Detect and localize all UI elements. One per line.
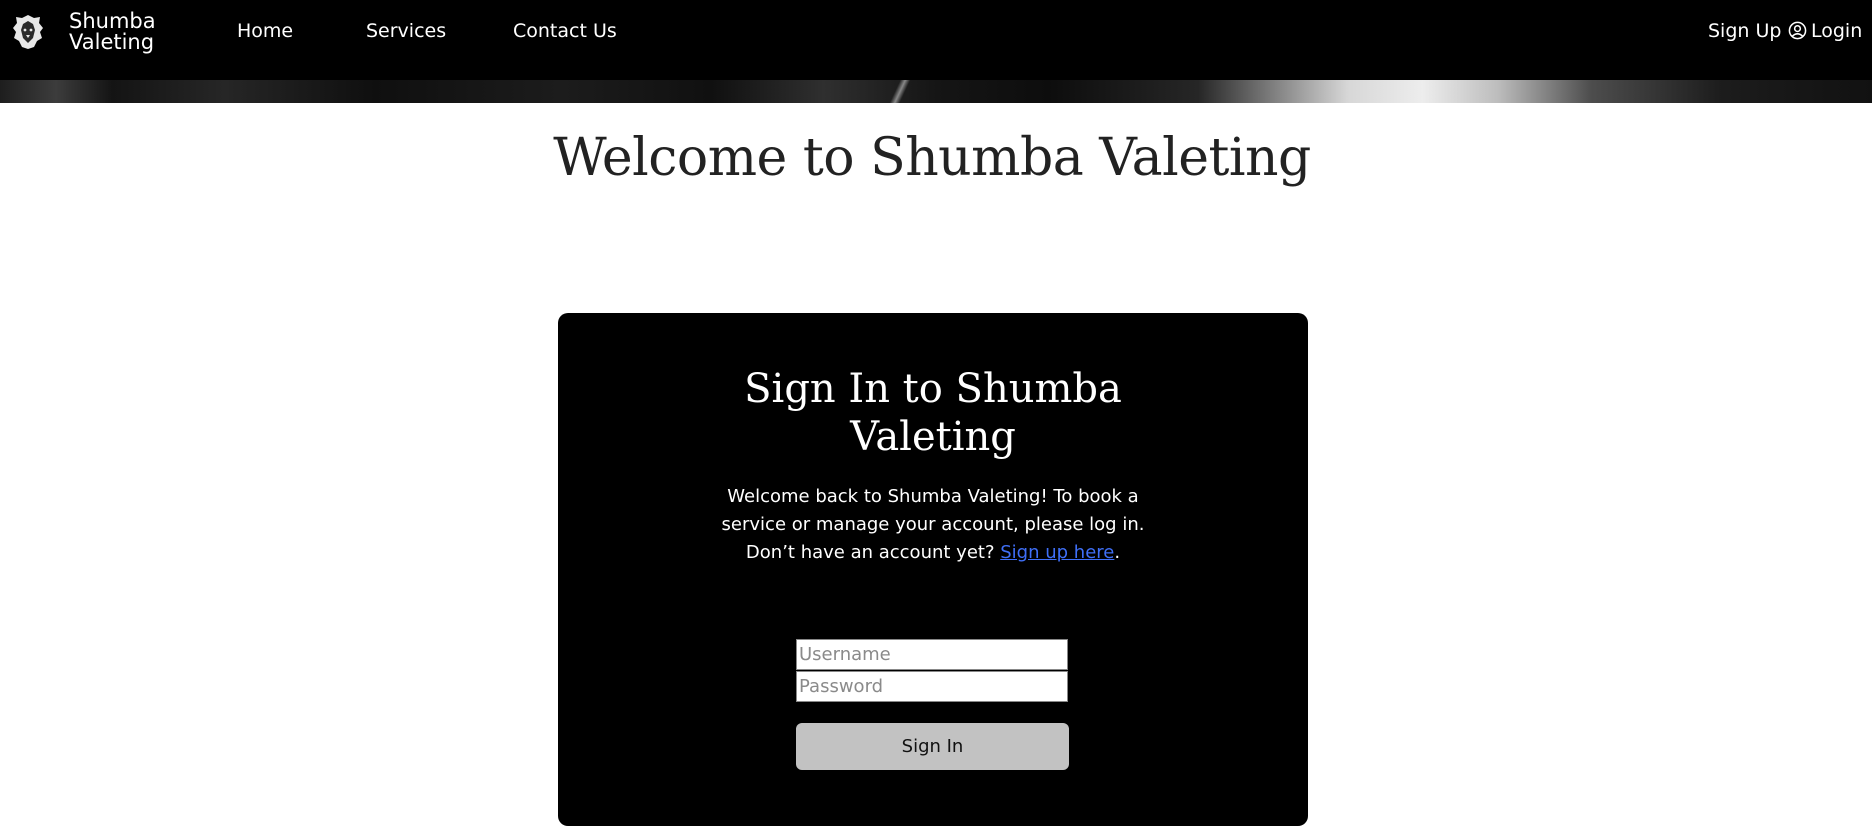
nav-login[interactable]: Login bbox=[1788, 20, 1862, 42]
nav-home[interactable]: Home bbox=[237, 20, 293, 42]
nav-services[interactable]: Services bbox=[366, 20, 446, 42]
signin-intro: Welcome back to Shumba Valeting! To book… bbox=[698, 483, 1168, 567]
signin-title-line2: Valeting bbox=[850, 414, 1016, 460]
signin-intro-suffix: . bbox=[1114, 542, 1121, 563]
brand-name[interactable]: Shumba Valeting bbox=[69, 11, 156, 53]
login-label: Login bbox=[1811, 20, 1863, 42]
signin-title-line1: Sign In to Shumba bbox=[744, 366, 1122, 412]
sign-in-button[interactable]: Sign In bbox=[796, 723, 1069, 770]
password-input[interactable] bbox=[796, 671, 1068, 702]
signup-link[interactable]: Sign up here bbox=[1000, 542, 1114, 563]
username-input[interactable] bbox=[796, 639, 1068, 670]
signin-card: Sign In to Shumba Valeting Welcome back … bbox=[558, 313, 1308, 826]
nav-sign-up[interactable]: Sign Up bbox=[1708, 20, 1781, 42]
signin-title: Sign In to Shumba Valeting bbox=[558, 365, 1308, 461]
top-navbar: Shumba Valeting Home Services Contact Us… bbox=[0, 0, 1872, 80]
brand-line1: Shumba bbox=[69, 9, 156, 33]
lion-head-icon[interactable] bbox=[12, 14, 44, 50]
page-title: Welcome to Shumba Valeting bbox=[553, 128, 1311, 188]
brand-line2: Valeting bbox=[69, 30, 155, 54]
nav-contact-us[interactable]: Contact Us bbox=[513, 20, 617, 42]
user-circle-icon bbox=[1788, 21, 1807, 40]
hero-image-strip bbox=[0, 80, 1872, 103]
